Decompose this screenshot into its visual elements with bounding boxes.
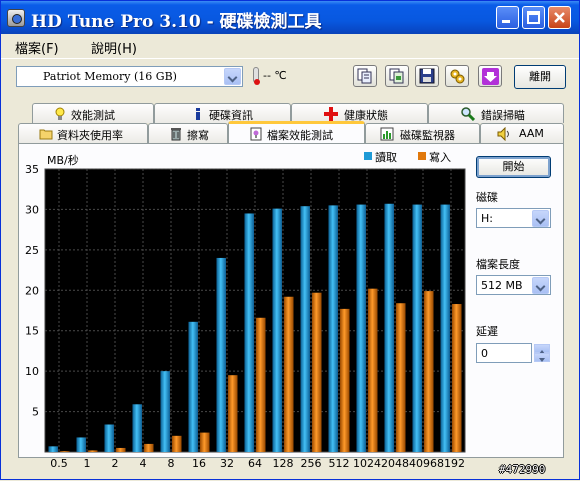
x-tick-label: 1	[84, 457, 91, 470]
bar-read	[328, 205, 338, 452]
bar-read	[188, 321, 198, 452]
chevron-down-icon[interactable]	[532, 210, 549, 227]
x-tick-label: 4	[140, 457, 147, 470]
bar-read	[300, 206, 310, 452]
y-tick-label: 15	[25, 325, 39, 338]
bar-read	[160, 371, 170, 452]
y-tick-label: 20	[25, 284, 39, 297]
bar-write	[116, 447, 126, 452]
tab-file-benchmark[interactable]: 檔案效能測試	[228, 121, 365, 143]
x-tick-label: 256	[301, 457, 322, 470]
bar-write	[60, 451, 70, 452]
y-tick-label: 5	[32, 406, 39, 419]
bar-write	[172, 435, 182, 452]
bar-write	[396, 303, 406, 452]
bar-write	[424, 291, 434, 452]
chevron-down-icon[interactable]	[532, 277, 549, 294]
delay-value: 0	[481, 347, 488, 360]
x-tick-label: 4096	[409, 457, 437, 470]
start-button[interactable]: 開始	[476, 156, 551, 178]
bar-write	[144, 443, 154, 452]
bar-read	[244, 213, 254, 452]
x-tick-label: 16	[192, 457, 206, 470]
y-tick-label: 10	[25, 365, 39, 378]
delay-spin-down-button[interactable]	[534, 353, 550, 362]
bar-write	[368, 288, 378, 452]
disk-select[interactable]: H:	[476, 208, 551, 228]
bar-read	[440, 204, 450, 452]
x-tick-label: 64	[248, 457, 262, 470]
bar-read	[216, 257, 226, 452]
disk-select-value: H:	[481, 212, 493, 225]
bar-read	[412, 204, 422, 452]
bar-write	[452, 304, 462, 452]
bar-write	[88, 450, 98, 452]
x-tick-label: 2	[112, 457, 119, 470]
bar-write	[228, 375, 238, 452]
bar-write	[284, 296, 294, 452]
bar-write	[256, 317, 266, 452]
bar-write	[340, 308, 350, 452]
watermark-id: #472990	[499, 463, 546, 476]
y-tick-label: 30	[25, 203, 39, 216]
bar-read	[132, 404, 142, 452]
bar-read	[272, 208, 282, 452]
x-tick-label: 1024	[353, 457, 381, 470]
x-tick-label: 128	[273, 457, 294, 470]
x-tick-label: 32	[220, 457, 234, 470]
x-tick-label: 8	[168, 457, 175, 470]
delay-input[interactable]: 0	[476, 343, 532, 363]
legend-write-label: 寫入	[429, 150, 451, 164]
delay-label: 延遲	[476, 325, 498, 338]
disk-label: 磁碟	[476, 191, 498, 204]
bar-write	[312, 292, 322, 452]
y-tick-label: 25	[25, 244, 39, 257]
legend-read-label: 讀取	[375, 150, 397, 164]
x-tick-label: 0.5	[50, 457, 68, 470]
bar-read	[356, 204, 366, 452]
x-tick-label: 2048	[381, 457, 409, 470]
bar-read	[48, 446, 58, 452]
bar-read	[76, 437, 86, 452]
app-window: HD Tune Pro 3.10 - 硬碟檢測工具 檔案(F) 說明(H) Pa…	[0, 0, 580, 480]
bar-write	[200, 432, 210, 452]
benchmark-chart: MB/秒 讀取 寫入 5 10 15 20 25 30 35 0.5 1 2 4 8 16 32 64 128…	[25, 150, 466, 470]
bar-read	[104, 424, 114, 452]
x-tick-label: 8192	[437, 457, 465, 470]
y-tick-label: 35	[25, 163, 39, 176]
tab-label: 檔案效能測試	[267, 129, 333, 142]
chart-ylabel: MB/秒	[47, 153, 79, 167]
file-benchmark-icon	[250, 127, 262, 141]
bar-read	[384, 203, 394, 452]
file-length-select[interactable]: 512 MB	[476, 275, 551, 295]
x-tick-label: 512	[329, 457, 350, 470]
delay-spin-up-button[interactable]	[534, 344, 550, 354]
chevron-down-icon	[539, 358, 545, 362]
file-length-label: 檔案長度	[476, 258, 520, 271]
legend-read-swatch	[364, 152, 372, 160]
file-length-value: 512 MB	[481, 279, 523, 292]
legend-write-swatch	[418, 152, 426, 160]
